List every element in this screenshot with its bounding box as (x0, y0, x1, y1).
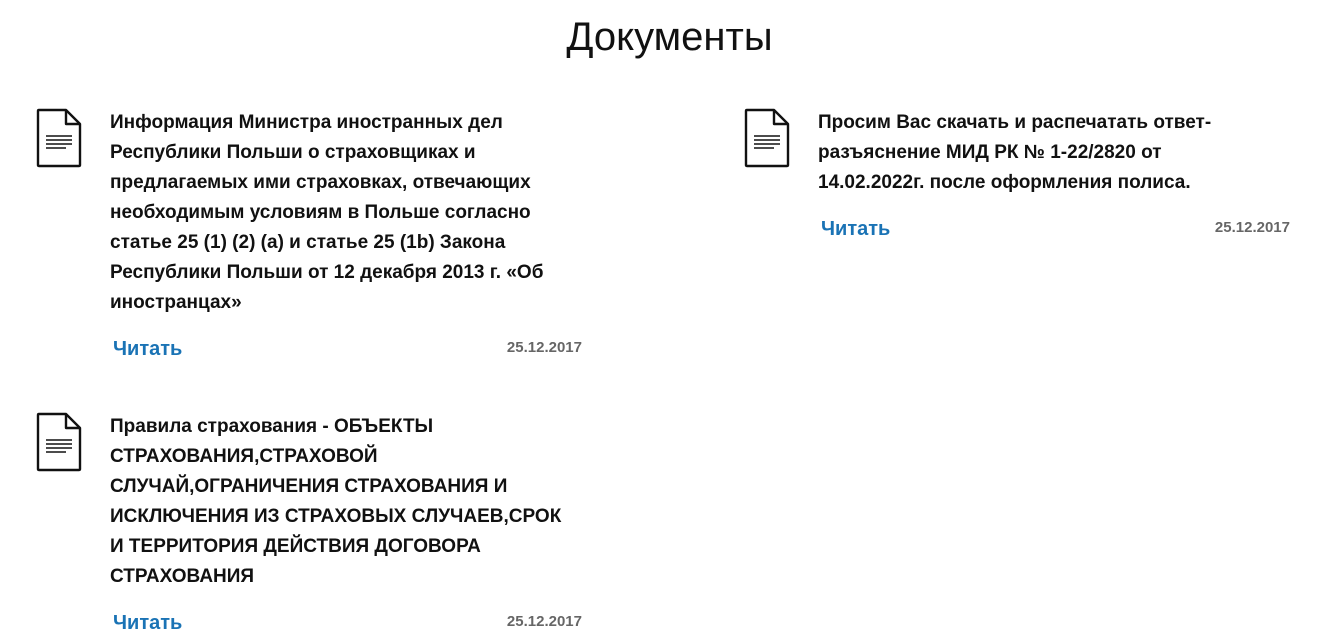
document-icon[interactable] (36, 412, 82, 472)
document-item: Просим Вас скачать и распечатать ответ-р… (744, 108, 1292, 248)
document-title[interactable]: Просим Вас скачать и распечатать ответ-р… (818, 108, 1238, 198)
read-link[interactable]: Читать (113, 611, 182, 635)
read-link[interactable]: Читать (113, 337, 182, 361)
document-icon[interactable] (744, 108, 790, 168)
document-title[interactable]: Информация Министра иностранных дел Респ… (110, 108, 560, 318)
document-item: Информация Министра иностранных дел Респ… (36, 108, 584, 368)
document-date: 25.12.2017 (1214, 219, 1290, 236)
document-item: Правила страхования - ОБЪЕКТЫ СТРАХОВАНИ… (36, 412, 584, 640)
document-title[interactable]: Правила страхования - ОБЪЕКТЫ СТРАХОВАНИ… (110, 412, 570, 592)
page-title: Документы (566, 15, 773, 59)
document-icon[interactable] (36, 108, 82, 168)
read-link[interactable]: Читать (821, 217, 890, 241)
document-date: 25.12.2017 (506, 613, 582, 630)
document-date: 25.12.2017 (506, 339, 582, 356)
